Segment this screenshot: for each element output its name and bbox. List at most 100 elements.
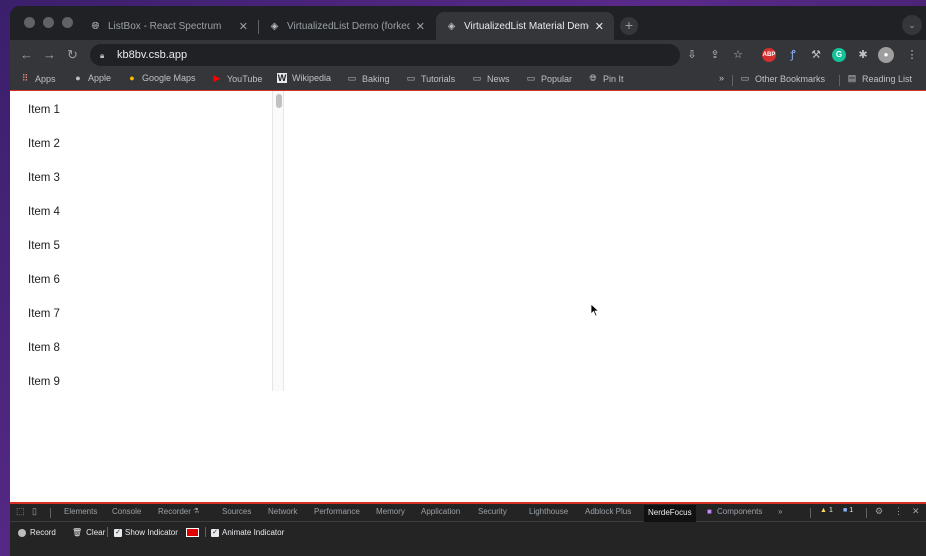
apps-grid-icon: ⠿ [21,73,29,83]
address-bar[interactable]: 🔒︎ kb8bv.csb.app [90,44,680,66]
devtools-tab-elements[interactable]: Elements [64,507,97,516]
bookmark-other-bookmarks[interactable]: ▭ Other Bookmarks [740,73,825,84]
settings-gear-icon[interactable]: ⚙ [875,506,883,517]
bookmark-pin-it[interactable]: 🌐︎ Pin It [588,73,623,84]
bookmark-popular[interactable]: ▭ Popular [526,73,572,84]
list-item[interactable]: Item 3 [10,159,282,193]
adblock-plus-icon[interactable]: ABP [762,48,776,62]
forward-icon[interactable]: → [43,46,56,64]
list-item[interactable]: Item 9 [10,363,282,391]
bookmarks-overflow-button[interactable]: » [719,73,724,83]
maximize-window-button[interactable] [62,17,73,28]
close-icon[interactable]: ✕ [595,20,604,33]
show-indicator-checkbox[interactable]: ✓ Show Indicator [114,528,178,537]
message-icon: ■ [843,507,848,514]
devtools-tab-sources[interactable]: Sources [222,507,251,516]
clear-button[interactable]: 🗑︎ Clear [72,528,105,537]
bookmark-apps[interactable]: ⠿ Apps [20,73,56,84]
inspect-element-icon[interactable]: ⬚ [16,506,25,517]
minimize-window-button[interactable] [43,17,54,28]
devtools-tab-lighthouse[interactable]: Lighthouse [529,507,568,516]
grammarly-icon[interactable]: G [832,48,846,62]
menu-kebab-icon[interactable]: ⋮ [904,47,920,63]
devtools-tab-security[interactable]: Security [478,507,507,516]
share-icon[interactable]: ⇪ [707,47,723,63]
tab-strip: 🌐︎ ListBox - React Spectrum ✕ ◈ Virtuali… [10,6,926,40]
apple-icon: ● [75,73,81,83]
close-devtools-icon[interactable]: ✕ [912,506,920,517]
bookmark-google-maps[interactable]: ● Google Maps [127,73,195,83]
record-button[interactable]: Record [18,528,56,537]
list-item[interactable]: Item 1 [10,91,282,125]
install-app-icon[interactable]: ⇩ [684,47,700,63]
checkbox-checked-icon: ✓ [211,528,219,537]
close-window-button[interactable] [24,17,35,28]
folder-icon: ▭ [472,73,482,83]
back-icon[interactable]: ← [20,46,33,64]
devtools-more-tabs-button[interactable]: » [778,507,782,516]
folder-icon: ▭ [740,73,750,83]
profile-avatar[interactable]: ● [878,47,894,63]
device-toolbar-icon[interactable]: ▯ [32,506,37,517]
list-scrollbar[interactable] [272,91,284,391]
tab-virtualizedlist-forked[interactable]: ◈ VirtualizedList Demo (forked) ✕ [259,12,435,40]
list-item[interactable]: Item 5 [10,227,282,261]
tab-search-button[interactable]: ⌄ [902,15,922,35]
indicator-color-swatch [186,528,199,537]
bookmarks-divider [732,75,733,86]
list-item[interactable]: Item 7 [10,295,282,329]
window-controls [24,17,73,28]
bookmark-tutorials[interactable]: ▭ Tutorials [406,73,455,84]
tab-virtualizedlist-material[interactable]: ◈ VirtualizedList Material Demo ✕ [436,12,614,40]
bookmark-wikipedia[interactable]: W Wikipedia [277,73,331,83]
new-tab-button[interactable]: + [620,17,638,35]
reload-icon[interactable]: ↻ [67,46,78,64]
indicator-color-picker[interactable] [186,528,199,537]
bookmark-apple[interactable]: ● Apple [73,73,111,83]
close-icon[interactable]: ✕ [416,20,425,33]
bookmark-news[interactable]: ▭ News [472,73,510,84]
tab-listbox[interactable]: 🌐︎ ListBox - React Spectrum ✕ [80,12,258,40]
warnings-badge[interactable]: ▲ 1 [820,507,833,514]
devtools-extension-icon[interactable]: ⚒ [808,47,824,63]
extension-icon[interactable]: ꝭ [785,47,801,63]
virtualized-list[interactable]: Item 1 Item 2 Item 3 Item 4 Item 5 Item … [10,91,282,391]
bookmark-star-icon[interactable]: ☆ [730,47,746,63]
devtools-divider [810,508,811,518]
folder-icon: ▭ [526,73,536,83]
bookmark-baking[interactable]: ▭ Baking [347,73,390,84]
recorder-flask-icon: ⚗ [193,508,200,515]
list-item[interactable]: Item 4 [10,193,282,227]
list-item[interactable]: Item 6 [10,261,282,295]
devtools-tab-nerdefocus[interactable]: NerdeFocus [644,505,696,522]
devtools-tab-bar: ⬚ ▯ Elements Console Recorder ⚗ Sources … [10,504,926,522]
browser-window: 🌐︎ ListBox - React Spectrum ✕ ◈ Virtuali… [10,6,926,556]
extensions-puzzle-icon[interactable]: ✱ [855,47,871,63]
tab-title: VirtualizedList Demo (forked) [287,20,410,32]
bookmark-reading-list[interactable]: ▤ Reading List [847,73,912,84]
devtools-tab-adblock-plus[interactable]: Adblock Plus [585,507,631,516]
devtools-tab-application[interactable]: Application [421,507,460,516]
devtools-tab-performance[interactable]: Performance [314,507,360,516]
list-item[interactable]: Item 8 [10,329,282,363]
list-item[interactable]: Item 2 [10,125,282,159]
messages-badge[interactable]: ■ 1 [843,507,853,514]
codesandbox-icon: ◈ [270,20,279,32]
devtools-tab-network[interactable]: Network [268,507,297,516]
bookmark-youtube[interactable]: ▶ YouTube [212,73,263,84]
close-icon[interactable]: ✕ [239,20,248,33]
url-text[interactable]: kb8bv.csb.app [117,49,187,61]
mouse-cursor-icon [590,303,600,317]
browser-toolbar: ← → ↻ 🔒︎ kb8bv.csb.app ⇩ ⇪ ☆ ABP ꝭ ⚒ G ✱… [10,40,926,70]
devtools-tab-console[interactable]: Console [112,507,141,516]
devtools-tab-memory[interactable]: Memory [376,507,405,516]
devtools-panel: ⬚ ▯ Elements Console Recorder ⚗ Sources … [10,502,926,556]
lock-icon: 🔒︎ [100,50,105,60]
scrollbar-thumb[interactable] [276,94,282,108]
devtools-tab-components[interactable]: Components [717,507,762,516]
devtools-divider [205,527,206,537]
animate-indicator-checkbox[interactable]: ✓ Animate Indicator [211,528,284,537]
devtools-menu-kebab-icon[interactable]: ⋮ [894,506,903,517]
reading-list-icon: ▤ [847,73,857,83]
devtools-tab-recorder[interactable]: Recorder [158,507,191,516]
